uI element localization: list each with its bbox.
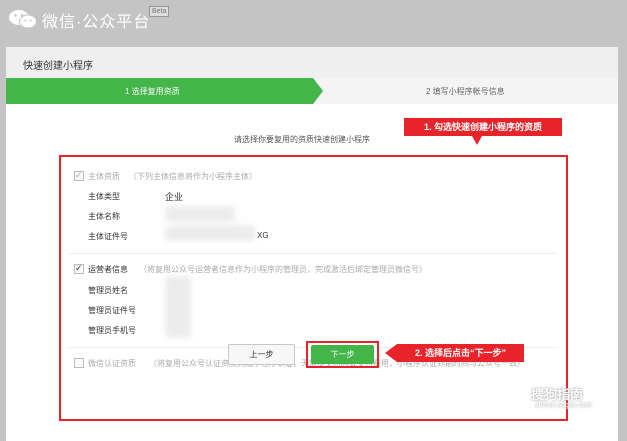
entity-type-label: 主体类型	[88, 192, 120, 201]
certification-title: 微信认证资质	[88, 359, 136, 368]
admin-id-label: 管理员证件号	[88, 306, 136, 315]
beta-badge: Beta	[149, 6, 170, 17]
entity-id-value-suffix: XG	[257, 231, 269, 240]
next-step-highlight: 下一步	[306, 341, 379, 368]
sogou-url: zhinan.sogou.com	[535, 402, 592, 409]
sogou-logo: 搜狗指南	[531, 387, 584, 402]
redacted-entity-id	[165, 225, 255, 241]
qualification-section: ✓ 主体资质 （下列主体信息将作为小程序主体） 主体类型 企业 主体名称 主体证…	[59, 155, 568, 421]
dialog-title: 快速创建小程序	[23, 61, 93, 72]
entity-name-label: 主体名称	[88, 212, 120, 221]
entity-qualification-title: 主体资质	[88, 172, 120, 181]
sogou-watermark: 搜狗指南 zhinan.sogou.com	[531, 384, 621, 414]
annotation-callout-select: 1. 勾选快速创建小程序的资质	[404, 118, 562, 136]
operator-info-checkbox[interactable]: ✓	[74, 263, 84, 274]
annotation-callout-next: 2. 选择后点击“下一步”	[397, 344, 524, 362]
redacted-entity-name	[165, 206, 235, 222]
step-1-select-qualification: 1 选择复用资质	[6, 78, 313, 104]
step-arrow	[313, 78, 323, 104]
instruction-text: 请选择你要复用的资质快速创建小程序	[234, 135, 370, 144]
annotation-arrow-icon	[385, 344, 397, 362]
check-icon: ✓	[75, 263, 83, 273]
admin-name-label: 管理员姓名	[88, 286, 128, 295]
divider	[69, 253, 557, 254]
previous-step-button[interactable]: 上一步	[228, 344, 295, 365]
entity-type-value: 企业	[165, 192, 184, 202]
annotation-pointer	[472, 136, 482, 145]
certification-checkbox[interactable]	[74, 358, 84, 368]
entity-qualification-hint: （下列主体信息将作为小程序主体）	[129, 172, 257, 181]
entity-id-label: 主体证件号	[88, 232, 128, 241]
create-miniprogram-dialog: 快速创建小程序 1 选择复用资质 2 填写小程序帐号信息 请选择你要复用的资质快…	[6, 47, 618, 441]
top-bar: 微信·公众平台 Beta	[0, 0, 627, 36]
dialog-header: 快速创建小程序	[6, 47, 618, 79]
step-1-label: 1 选择复用资质	[125, 87, 180, 96]
redacted-admin-info	[165, 276, 191, 338]
admin-phone-label: 管理员手机号	[88, 326, 136, 335]
platform-title: 微信·公众平台	[42, 14, 151, 31]
operator-info-title: 运营者信息	[88, 265, 128, 274]
step-2-label: 2 填写小程序帐号信息	[426, 87, 505, 96]
check-icon: ✓	[75, 170, 83, 180]
next-step-button[interactable]: 下一步	[311, 345, 374, 364]
operator-info-hint: （将复用公众号运营者信息作为小程序的管理员，完成激活后绑定管理员微信号）	[139, 265, 427, 274]
entity-qualification-checkbox[interactable]: ✓	[74, 170, 84, 181]
wechat-logo-icon	[9, 10, 37, 29]
step-indicator: 1 选择复用资质 2 填写小程序帐号信息	[6, 78, 618, 104]
